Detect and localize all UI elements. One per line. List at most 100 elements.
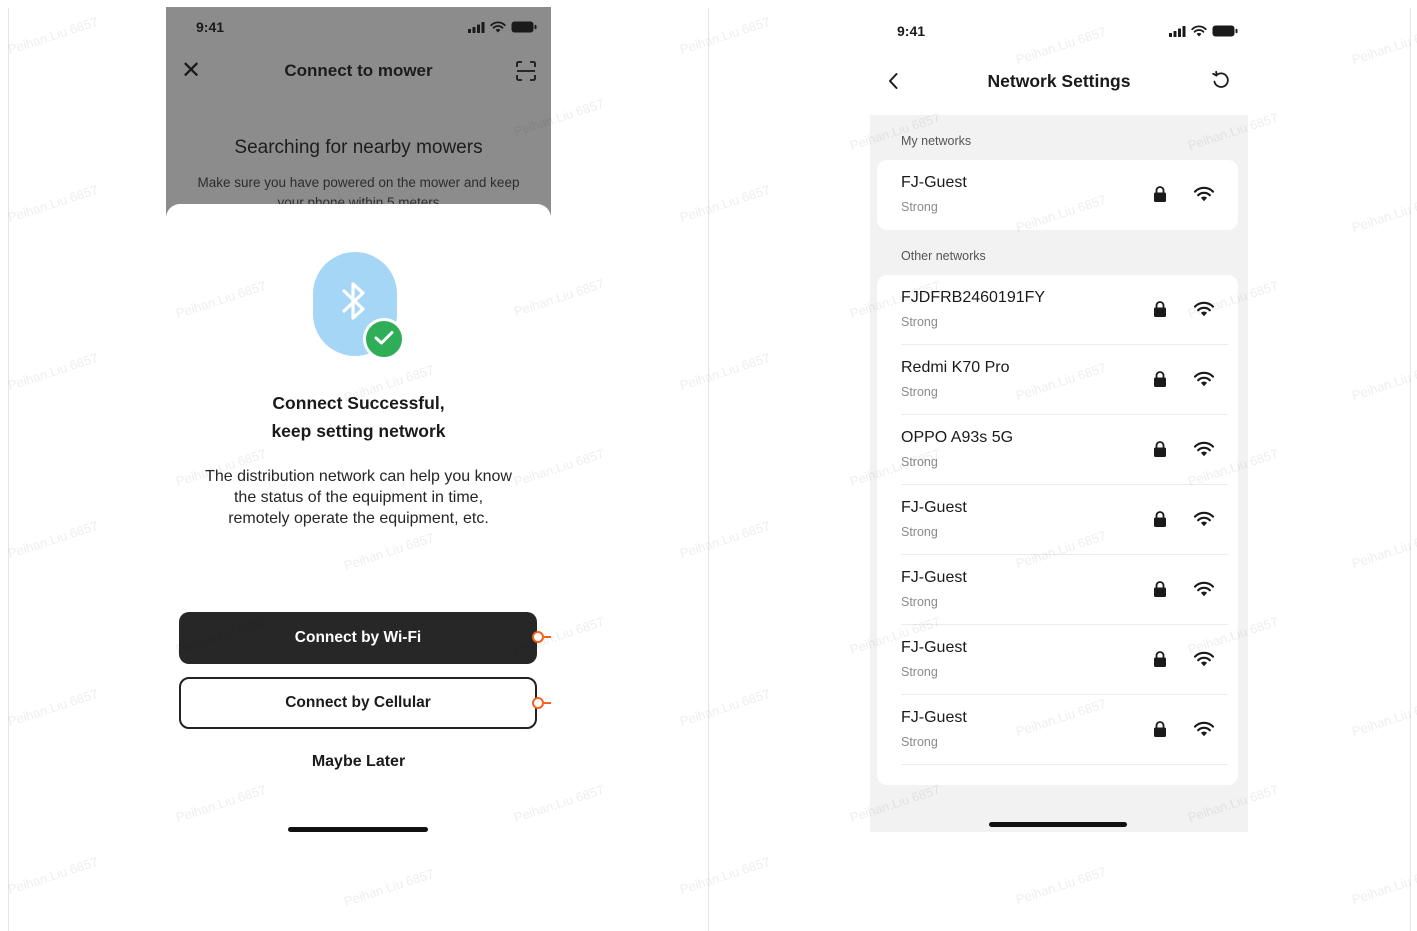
divider-line-left — [8, 8, 9, 931]
network-strength: Strong — [901, 455, 938, 469]
network-row[interactable]: FJ-Guest Strong — [877, 555, 1238, 625]
watermark-text: Peihan.Liu 6857 — [1349, 23, 1417, 68]
lock-icon — [1154, 721, 1166, 737]
home-indicator — [288, 827, 428, 832]
watermark-text: Peihan.Liu 6857 — [1013, 863, 1109, 908]
lock-icon — [1154, 186, 1166, 202]
watermark-text: Peihan.Liu 6857 — [1349, 527, 1417, 572]
refresh-icon[interactable] — [1210, 69, 1232, 91]
watermark-text: Peihan.Liu 6857 — [1349, 191, 1417, 236]
network-name: OPPO A93s 5G — [901, 429, 1014, 446]
other-networks-card: FJDFRB2460191FY Strong Redmi K70 Pro Strong… — [877, 275, 1238, 785]
watermark-text: Peihan.Liu 6857 — [677, 13, 773, 58]
lock-icon — [1154, 581, 1166, 597]
status-icons — [468, 21, 537, 33]
my-networks-label: My networks — [901, 134, 972, 148]
status-bar: 9:41 — [166, 9, 551, 45]
battery-icon — [1212, 25, 1238, 37]
network-strength: Strong — [901, 665, 938, 679]
wifi-signal-icon — [1193, 371, 1215, 387]
watermark-text: Peihan.Liu 6857 — [5, 13, 101, 58]
scan-icon[interactable] — [515, 60, 537, 82]
connect-cellular-button[interactable]: Connect by Cellular — [179, 677, 551, 729]
watermark-text: Peihan.Liu 6857 — [5, 349, 101, 394]
network-name: FJDFRB2460191FY — [901, 289, 1046, 306]
description-line-1: The distribution network can help you kn… — [205, 468, 512, 485]
watermark-text: Peihan.Liu 6857 — [5, 853, 101, 898]
battery-icon — [511, 21, 537, 33]
connect-cellular-label: Connect by Cellular — [285, 694, 431, 711]
network-row[interactable]: FJ-Guest Strong — [877, 625, 1238, 695]
status-time: 9:41 — [196, 19, 225, 35]
success-description: The distribution network can help you kn… — [180, 466, 537, 529]
description-line-2: the status of the equipment in time, — [233, 489, 484, 506]
watermark-text: Peihan.Liu 6857 — [677, 853, 773, 898]
bluetooth-success-illustration — [313, 252, 405, 360]
success-title-line-2: keep setting network — [271, 421, 446, 441]
check-badge — [363, 318, 405, 360]
watermark-text: Peihan.Liu 6857 — [677, 517, 773, 562]
wifi-signal-icon — [1193, 301, 1215, 317]
network-name: FJ-Guest — [901, 709, 967, 726]
network-strength: Strong — [901, 315, 938, 329]
watermark-text: Peihan.Liu 6857 — [1349, 695, 1417, 740]
lock-icon — [1154, 371, 1166, 387]
watermark-text: Peihan.Liu 6857 — [1349, 863, 1417, 908]
network-row[interactable]: FJDFRB2460191FY Strong — [877, 275, 1238, 345]
page-title: Connect to mower — [284, 61, 433, 80]
row-divider — [901, 764, 1228, 765]
network-strength: Strong — [901, 200, 938, 214]
success-bottom-sheet: Connect Successful, keep setting network… — [166, 204, 551, 847]
searching-title: Searching for nearby mowers — [234, 137, 483, 158]
network-settings-screen: 9:41 Network Settings My networks FJ-Gue… — [870, 7, 1248, 832]
signal-icon — [468, 21, 485, 33]
wifi-signal-icon — [1193, 721, 1215, 737]
network-strength: Strong — [901, 525, 938, 539]
dimmed-background: 9:41 ✕ Connect to mower Searching for ne… — [166, 7, 551, 217]
lock-icon — [1154, 651, 1166, 667]
watermark-text: Peihan.Liu 6857 — [677, 349, 773, 394]
maybe-later-link[interactable]: Maybe Later — [166, 753, 551, 771]
network-row[interactable]: FJ-Guest Strong — [877, 160, 1238, 230]
bluetooth-icon — [342, 282, 365, 320]
home-indicator — [989, 822, 1127, 827]
network-name: FJ-Guest — [901, 569, 967, 586]
success-title-line-1: Connect Successful, — [272, 393, 445, 413]
lock-icon — [1154, 511, 1166, 527]
success-title: Connect Successful, keep setting network — [166, 389, 551, 445]
divider-line-right — [1410, 8, 1411, 931]
my-networks-card: FJ-Guest Strong — [877, 160, 1238, 230]
status-time: 9:41 — [897, 23, 926, 39]
watermark-text: Peihan.Liu 6857 — [677, 181, 773, 226]
wifi-status-icon — [1191, 25, 1207, 37]
divider-line-center — [708, 8, 709, 931]
wifi-signal-icon — [1193, 441, 1215, 457]
connect-wifi-label: Connect by Wi-Fi — [294, 629, 422, 646]
watermark-text: Peihan.Liu 6857 — [5, 517, 101, 562]
network-name: Redmi K70 Pro — [901, 359, 1010, 376]
app-header: Network Settings — [870, 63, 1248, 99]
lock-icon — [1154, 441, 1166, 457]
network-strength: Strong — [901, 735, 938, 749]
description-line-3: remotely operate the equipment, etc. — [228, 510, 489, 527]
network-name: FJ-Guest — [901, 499, 967, 516]
other-networks-label: Other networks — [901, 249, 986, 263]
network-row[interactable]: FJ-Guest Strong — [877, 485, 1238, 555]
check-icon — [374, 331, 394, 345]
status-bar: 9:41 — [870, 13, 1248, 49]
network-row[interactable]: OPPO A93s 5G Strong — [877, 415, 1238, 485]
network-row[interactable]: FJ-Guest Strong — [877, 695, 1238, 765]
network-strength: Strong — [901, 595, 938, 609]
wifi-status-icon — [490, 21, 506, 33]
wifi-signal-icon — [1193, 651, 1215, 667]
lock-icon — [1154, 301, 1166, 317]
signal-icon — [1169, 25, 1186, 37]
network-strength: Strong — [901, 385, 938, 399]
network-name: FJ-Guest — [901, 639, 967, 656]
network-row[interactable]: Redmi K70 Pro Strong — [877, 345, 1238, 415]
connect-mower-screen: 9:41 ✕ Connect to mower Searching for ne… — [166, 7, 551, 847]
wifi-signal-icon — [1193, 511, 1215, 527]
wifi-signal-icon — [1193, 186, 1215, 202]
connect-wifi-button[interactable]: Connect by Wi-Fi — [179, 612, 551, 664]
wifi-signal-icon — [1193, 581, 1215, 597]
